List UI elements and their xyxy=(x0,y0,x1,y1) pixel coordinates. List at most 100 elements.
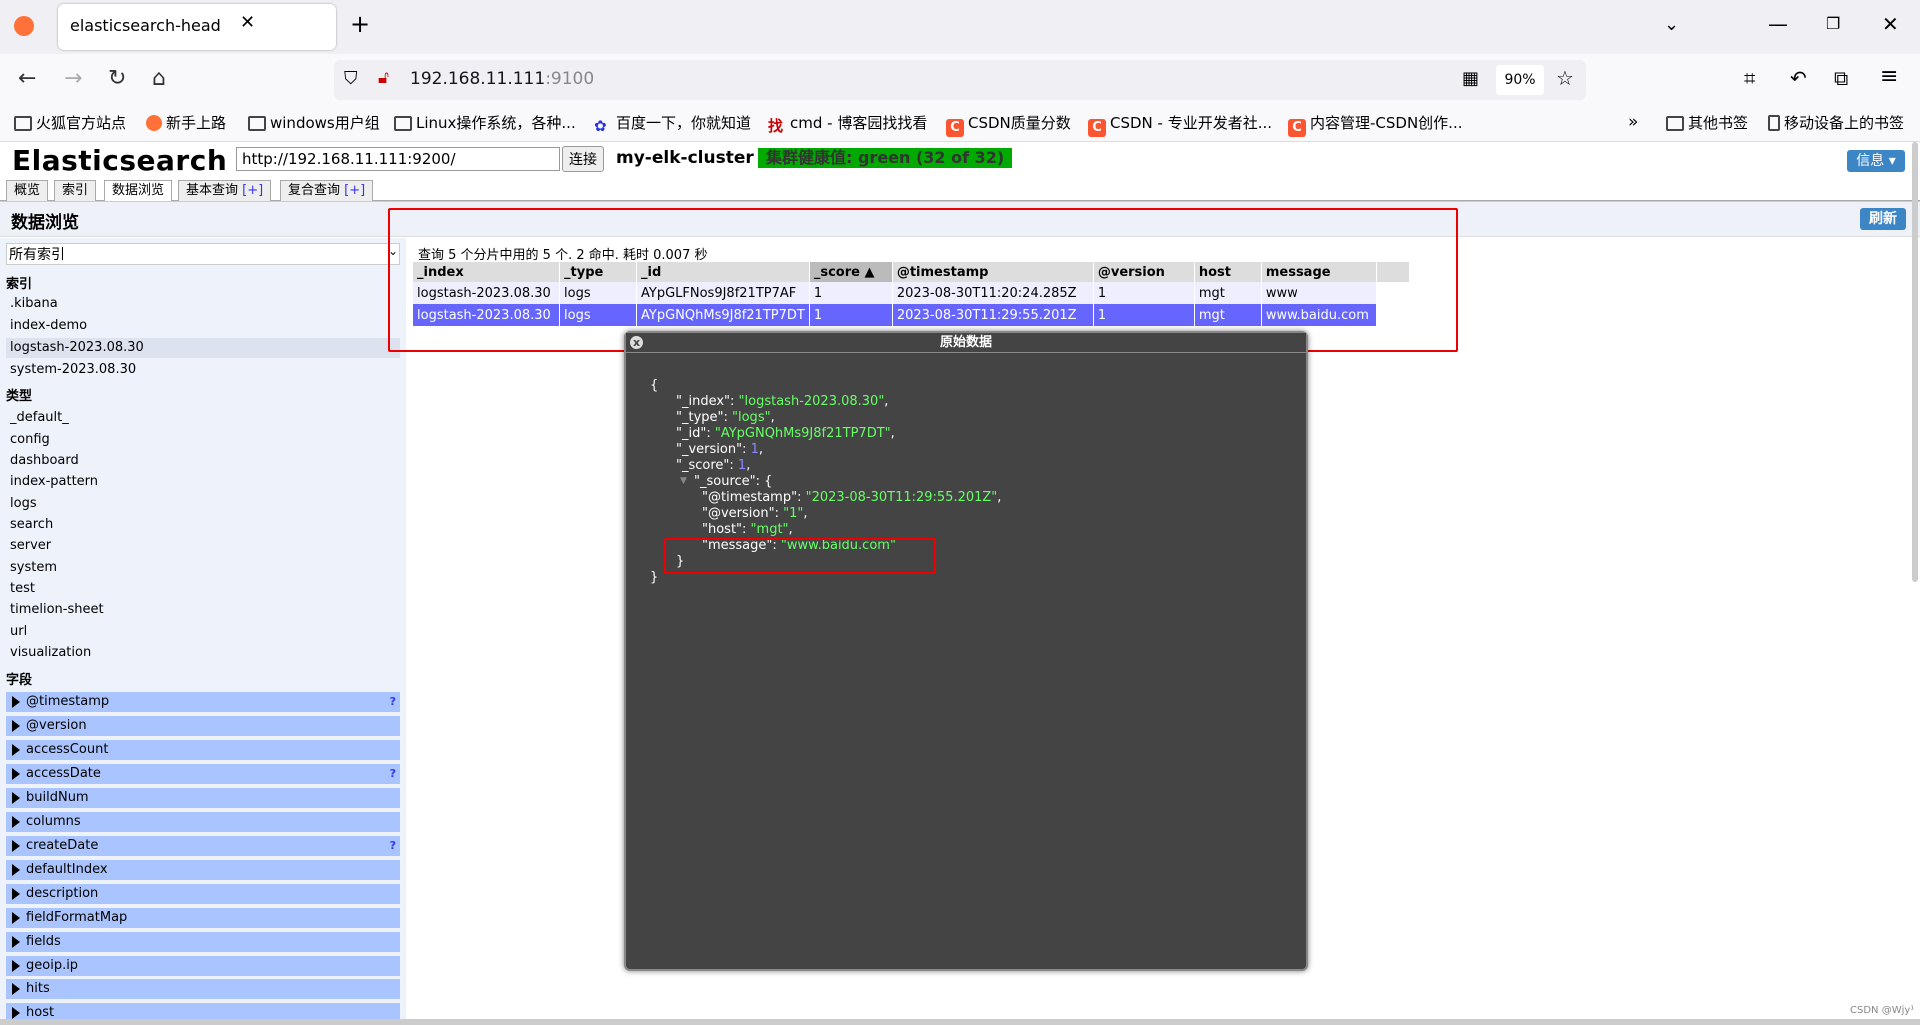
sidebar-index-item-selected[interactable]: logstash-2023.08.30 xyxy=(6,338,400,358)
connect-url-input[interactable] xyxy=(236,147,560,171)
new-tab-icon[interactable]: + xyxy=(350,10,370,38)
screenshot-icon[interactable]: ⌗ xyxy=(1744,66,1755,90)
extensions-icon[interactable]: ⧉ xyxy=(1834,66,1848,90)
watermark: CSDN @Wjy¹ xyxy=(1850,1005,1915,1016)
sidebar-index-item[interactable]: index-demo xyxy=(10,318,87,333)
tab-overview[interactable]: 概览 xyxy=(6,180,49,201)
home-icon[interactable]: ⌂ xyxy=(152,66,166,91)
field-row[interactable]: fieldFormatMap xyxy=(6,908,400,928)
bookmark-linux[interactable]: Linux操作系统，各种... xyxy=(394,112,576,133)
page-title: 数据浏览 xyxy=(11,213,79,233)
field-row[interactable]: hits xyxy=(6,979,400,999)
bookmark-cnblogs[interactable]: 找 cmd - 博客园找找看 xyxy=(768,112,927,135)
help-icon[interactable]: ? xyxy=(390,836,396,856)
expand-triangle-icon xyxy=(12,936,20,948)
field-row[interactable]: createDate? xyxy=(6,836,400,856)
sidebar-type-item[interactable]: _default_ xyxy=(10,410,69,425)
field-row[interactable]: accessCount xyxy=(6,740,400,760)
back-icon[interactable]: ← xyxy=(18,66,36,91)
help-icon[interactable]: ? xyxy=(390,692,396,712)
sidebar-type-item[interactable]: dashboard xyxy=(10,453,79,468)
folder-icon xyxy=(14,116,32,131)
undo-icon[interactable]: ↶ xyxy=(1790,66,1807,90)
tab-basic-query[interactable]: 基本查询 [+] xyxy=(178,180,272,201)
qr-code-icon[interactable]: ▦ xyxy=(1462,68,1479,89)
restore-icon[interactable]: ❐ xyxy=(1826,14,1840,33)
json-line: "_index": "logstash-2023.08.30", xyxy=(676,394,889,409)
field-row[interactable]: accessDate? xyxy=(6,764,400,784)
field-row[interactable]: defaultIndex xyxy=(6,860,400,880)
sidebar-index-item[interactable]: .kibana xyxy=(10,296,58,311)
json-line: "_score": 1, xyxy=(676,458,751,473)
connect-button[interactable]: 连接 xyxy=(562,146,604,172)
bottom-edge xyxy=(0,1019,1920,1025)
bookmark-mobile[interactable]: 移动设备上的书签 xyxy=(1768,112,1904,133)
expand-triangle-icon xyxy=(12,888,20,900)
json-line: "host": "mgt", xyxy=(702,522,793,537)
field-row[interactable]: columns xyxy=(6,812,400,832)
tab-indices[interactable]: 索引 xyxy=(54,180,97,201)
bookmark-star-icon[interactable]: ☆ xyxy=(1556,66,1574,90)
field-row[interactable]: @timestamp? xyxy=(6,692,400,712)
window-close-icon[interactable]: ✕ xyxy=(1882,12,1899,36)
bookmark-csdn-content[interactable]: C 内容管理-CSDN创作... xyxy=(1288,112,1462,137)
field-row[interactable]: buildNum xyxy=(6,788,400,808)
json-line: } xyxy=(650,570,659,585)
sidebar-type-item[interactable]: index-pattern xyxy=(10,474,98,489)
bookmark-baidu[interactable]: ✿ 百度一下，你就知道 xyxy=(594,112,751,135)
tab-list-chevron-icon[interactable]: ⌄ xyxy=(1664,14,1679,35)
index-select[interactable]: 所有索引 xyxy=(6,243,400,265)
collapse-triangle-icon[interactable]: ▼ xyxy=(680,476,687,486)
tab-close-icon[interactable]: ✕ xyxy=(240,12,255,33)
sidebar-type-item[interactable]: server xyxy=(10,538,51,553)
folder-icon xyxy=(394,116,412,131)
zoom-level[interactable]: 90% xyxy=(1496,65,1544,95)
url-text[interactable]: 192.168.11.111:9100 xyxy=(410,69,594,89)
sidebar-type-item[interactable]: timelion-sheet xyxy=(10,602,104,617)
help-icon[interactable]: ? xyxy=(390,764,396,784)
bookmark-csdn-home[interactable]: C CSDN - 专业开发者社... xyxy=(1088,112,1272,137)
menu-icon[interactable]: ≡ xyxy=(1880,64,1898,89)
scrollbar[interactable] xyxy=(1912,142,1918,582)
tab-browser[interactable]: 数据浏览 xyxy=(104,180,173,201)
sidebar-index-item[interactable]: system-2023.08.30 xyxy=(10,362,136,377)
firefox-icon[interactable] xyxy=(14,16,34,36)
bookmarks-overflow-icon[interactable]: » xyxy=(1628,112,1638,132)
minimize-icon[interactable]: — xyxy=(1768,12,1788,36)
sidebar-type-item[interactable]: search xyxy=(10,517,53,532)
sidebar-type-item[interactable]: system xyxy=(10,560,57,575)
bookmark-firefox-site[interactable]: 火狐官方站点 xyxy=(14,112,126,133)
bookmark-getting-started[interactable]: 新手上路 xyxy=(146,112,226,133)
info-button[interactable]: 信息 ▾ xyxy=(1847,150,1905,172)
sidebar-type-item[interactable]: logs xyxy=(10,496,37,511)
bookmark-other[interactable]: 其他书签 xyxy=(1666,112,1748,133)
bookmark-csdn-quality[interactable]: C CSDN质量分数 xyxy=(946,112,1071,137)
sidebar-type-item[interactable]: config xyxy=(10,432,50,447)
json-line: "_version": 1, xyxy=(676,442,764,457)
refresh-button[interactable]: 刷新 xyxy=(1860,208,1906,230)
insecure-lock-icon[interactable]: 🔓︎ xyxy=(378,68,389,88)
field-row[interactable]: @version xyxy=(6,716,400,736)
sidebar-type-item[interactable]: test xyxy=(10,581,35,596)
json-line: "_source": { xyxy=(694,474,773,489)
forward-icon[interactable]: → xyxy=(64,66,82,91)
types-heading: 类型 xyxy=(6,389,33,404)
dialog-title: 原始数据 xyxy=(626,333,1306,353)
field-row[interactable]: geoip.ip xyxy=(6,956,400,976)
json-line: "@version": "1", xyxy=(702,506,808,521)
field-row[interactable]: fields xyxy=(6,932,400,952)
sidebar-type-item[interactable]: visualization xyxy=(10,645,91,660)
close-icon[interactable]: x xyxy=(630,336,643,349)
field-row[interactable]: description xyxy=(6,884,400,904)
bookmark-windows-group[interactable]: windows用户组 xyxy=(248,112,380,133)
expand-triangle-icon xyxy=(12,960,20,972)
shield-icon[interactable]: ⛉ xyxy=(344,68,358,89)
tab-complex-query[interactable]: 复合查询 [+] xyxy=(280,180,374,201)
json-line: "_id": "AYpGNQhMs9J8f21TP7DT", xyxy=(676,426,895,441)
reload-icon[interactable]: ↻ xyxy=(108,66,126,91)
expand-triangle-icon xyxy=(12,816,20,828)
baidu-paw-icon: ✿ xyxy=(594,117,607,135)
cnblogs-icon: 找 xyxy=(768,117,784,135)
sidebar-type-item[interactable]: url xyxy=(10,624,27,639)
cluster-name: my-elk-cluster xyxy=(616,148,754,168)
